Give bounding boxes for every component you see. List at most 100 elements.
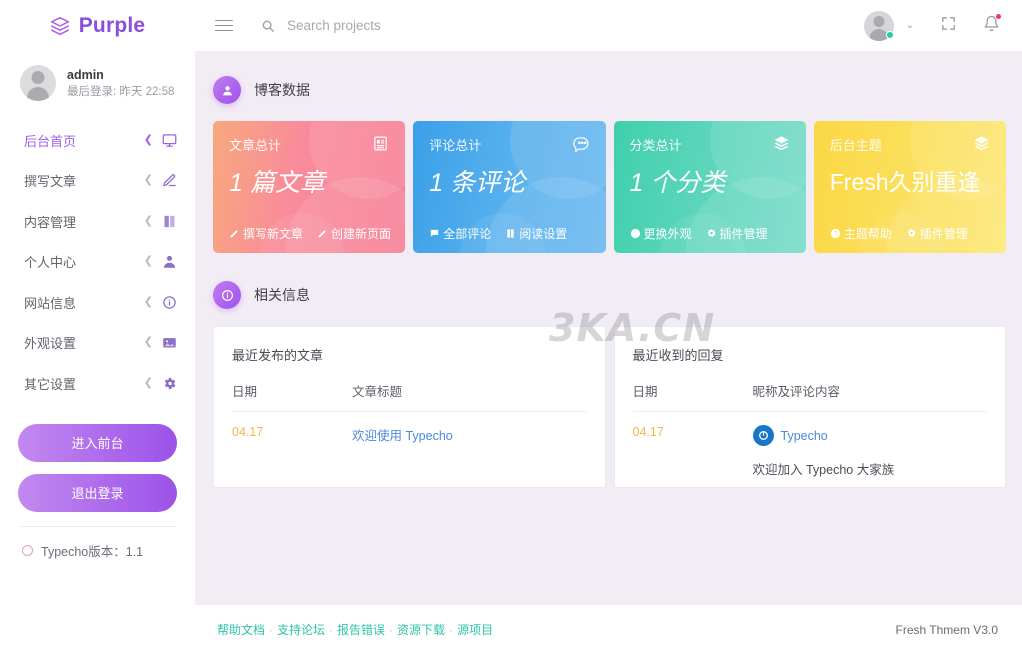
panel-recent-comments: 最近收到的回复 日期 昵称及评论内容 04.17 — [614, 326, 1007, 488]
layers-icon — [50, 16, 70, 36]
card-action-create-page[interactable]: 创建新页面 — [317, 225, 391, 242]
info-panels: 最近发布的文章 日期 文章标题 04.17 — [213, 326, 1006, 488]
chevron-left-icon: ❮ — [144, 378, 153, 389]
footer-link-resources[interactable]: 资源下载 — [397, 623, 445, 637]
footer-separator: · — [389, 623, 393, 637]
card-value: 1 篇文章 — [229, 163, 389, 199]
search-input[interactable] — [287, 18, 537, 33]
chevron-left-icon: ❮ — [144, 297, 153, 308]
sidebar-item-appearance[interactable]: 外观设置 ❮ — [0, 323, 195, 364]
user-last-login: 最后登录: 昨天 22:58 — [67, 84, 174, 101]
sidebar-item-profile[interactable]: 个人中心 ❮ — [0, 242, 195, 283]
sidebar-actions: 进入前台 退出登录 — [18, 424, 177, 512]
main-area: ⌄ — [195, 0, 1022, 654]
recent-posts-table: 日期 文章标题 04.17 欢迎使用 Typecho — [232, 381, 587, 444]
search-bar — [261, 18, 537, 33]
card-action-plugin-manage[interactable]: 插件管理 — [906, 225, 968, 242]
card-action-label: 主题帮助 — [844, 225, 892, 242]
fullscreen-icon[interactable] — [940, 15, 957, 37]
comment-cell: Typecho 欢迎加入 Typecho 大家族 — [753, 412, 988, 479]
sidebar-item-write-post[interactable]: 撰写文章 ❮ — [0, 161, 195, 202]
online-status-badge — [886, 31, 894, 39]
stat-cards: 文章总计 1 篇文章 — [213, 121, 1006, 253]
post-date: 04.17 — [232, 412, 352, 445]
stat-card-posts[interactable]: 文章总计 1 篇文章 — [213, 121, 405, 253]
card-action-label: 插件管理 — [920, 225, 968, 242]
section-related-info-header: 相关信息 — [213, 281, 1006, 309]
footer-link-source-project[interactable]: 源项目 — [457, 623, 493, 637]
card-action-plugin-manage[interactable]: 插件管理 — [706, 225, 768, 242]
footer-link-report-bug[interactable]: 报告错误 — [337, 623, 385, 637]
chevron-down-icon[interactable]: ⌄ — [906, 20, 914, 31]
card-label: 后台主题 — [830, 135, 882, 154]
layers-icon — [973, 135, 990, 152]
table-header-row: 日期 昵称及评论内容 — [633, 381, 988, 412]
question-icon: ? — [830, 228, 841, 239]
chevron-left-icon: ❮ — [144, 175, 153, 186]
section-blog-data-header: 博客数据 — [213, 76, 1006, 104]
comment-icon — [573, 135, 590, 152]
sidebar-item-label: 外观设置 — [24, 333, 144, 352]
avatar — [20, 65, 56, 101]
column-header-nickname-content: 昵称及评论内容 — [753, 381, 988, 412]
post-title-cell: 欢迎使用 Typecho — [352, 412, 587, 445]
card-action-reading-settings[interactable]: 阅读设置 — [505, 225, 567, 242]
comment-author-link[interactable]: Typecho — [781, 429, 828, 443]
footer-link-support-forum[interactable]: 支持论坛 — [277, 623, 325, 637]
card-action-label: 插件管理 — [720, 225, 768, 242]
card-value: Fresh久别重逢 — [830, 163, 990, 197]
card-action-label: 全部评论 — [443, 225, 491, 242]
card-action-theme-help[interactable]: ? 主题帮助 — [830, 225, 892, 242]
card-action-write-post[interactable]: 撰写新文章 — [229, 225, 303, 242]
sidebar-item-label: 内容管理 — [24, 212, 144, 231]
card-value: 1 条评论 — [429, 163, 589, 199]
card-value: 1 个分类 — [630, 163, 790, 199]
footer-separator: · — [329, 623, 333, 637]
comment-date: 04.17 — [633, 412, 753, 479]
comment-text: 欢迎加入 Typecho 大家族 — [753, 459, 988, 478]
pencil-icon — [162, 173, 177, 188]
card-label: 分类总计 — [630, 135, 682, 154]
stat-card-categories[interactable]: 分类总计 1 个分类 — [614, 121, 806, 253]
sidebar-item-content[interactable]: 内容管理 ❮ — [0, 201, 195, 242]
bell-icon[interactable] — [983, 15, 1000, 37]
footer-links: 帮助文档·支持论坛·报告错误·资源下载·源项目 — [217, 621, 493, 638]
user-icon — [162, 254, 177, 269]
layers-icon — [773, 135, 790, 152]
section-title: 相关信息 — [254, 285, 310, 305]
sidebar-item-dashboard[interactable]: 后台首页 ❮ — [0, 120, 195, 161]
recent-comments-table: 日期 昵称及评论内容 04.17 — [633, 381, 988, 478]
chevron-left-icon: ❮ — [144, 216, 153, 227]
sidebar-item-other-settings[interactable]: 其它设置 ❮ — [0, 363, 195, 404]
card-action-label: 更换外观 — [644, 225, 692, 242]
stat-card-comments[interactable]: 评论总计 1 条评论 — [413, 121, 605, 253]
brand[interactable]: Purple — [0, 0, 195, 52]
account-menu[interactable]: ⌄ — [864, 11, 914, 41]
sidebar-item-site-info[interactable]: 网站信息 ❮ — [0, 282, 195, 323]
sidebar-user[interactable]: admin 最后登录: 昨天 22:58 — [0, 52, 195, 114]
card-action-all-comments[interactable]: 全部评论 — [429, 225, 491, 242]
card-label: 评论总计 — [429, 135, 481, 154]
pencil-icon — [229, 228, 240, 239]
card-action-change-theme[interactable]: 更换外观 — [630, 225, 692, 242]
table-header-row: 日期 文章标题 — [232, 381, 587, 412]
footer-link-help-docs[interactable]: 帮助文档 — [217, 623, 265, 637]
gear-icon — [706, 228, 717, 239]
comment-dot-icon — [429, 228, 440, 239]
logout-button[interactable]: 退出登录 — [18, 474, 177, 512]
stat-card-theme[interactable]: 后台主题 Fresh久别重逢 — [814, 121, 1006, 253]
table-row: 04.17 — [633, 412, 988, 479]
brand-name: Purple — [79, 14, 146, 38]
hamburger-icon[interactable] — [215, 16, 233, 34]
section-title: 博客数据 — [254, 80, 310, 100]
info-icon — [162, 295, 177, 310]
card-action-label: 阅读设置 — [519, 225, 567, 242]
post-title-link[interactable]: 欢迎使用 Typecho — [352, 429, 453, 443]
circle-icon — [22, 545, 33, 556]
sidebar-item-label: 个人中心 — [24, 252, 144, 271]
image-icon — [162, 335, 177, 350]
card-action-label: 撰写新文章 — [243, 225, 303, 242]
column-header-title: 文章标题 — [352, 381, 587, 412]
go-to-frontend-button[interactable]: 进入前台 — [18, 424, 177, 462]
version-info: Typecho版本：1.1 — [0, 527, 195, 560]
